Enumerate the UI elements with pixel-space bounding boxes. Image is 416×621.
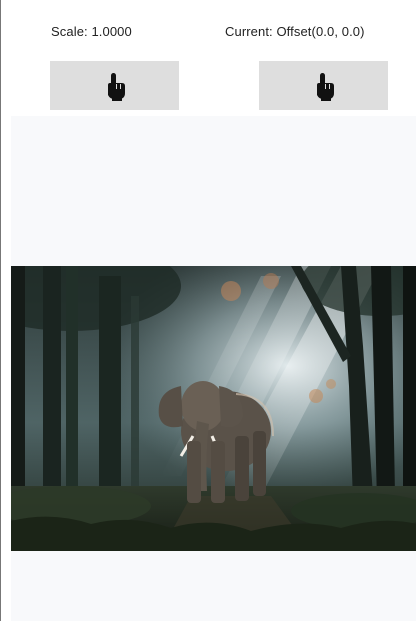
offset-label: Current: Offset(0.0, 0.0) [225,24,365,39]
app-frame: Scale: 1.0000 Current: Offset(0.0, 0.0) [0,0,416,621]
left-gesture-button[interactable] [50,61,179,110]
elephant-photo [11,266,416,551]
scale-label: Scale: 1.0000 [51,24,132,39]
right-gesture-button[interactable] [259,61,388,110]
pointer-hand-icon [104,71,126,101]
zoomable-image-canvas[interactable] [11,116,416,621]
header-bar: Scale: 1.0000 Current: Offset(0.0, 0.0) [1,0,416,116]
pointer-hand-icon [313,71,335,101]
